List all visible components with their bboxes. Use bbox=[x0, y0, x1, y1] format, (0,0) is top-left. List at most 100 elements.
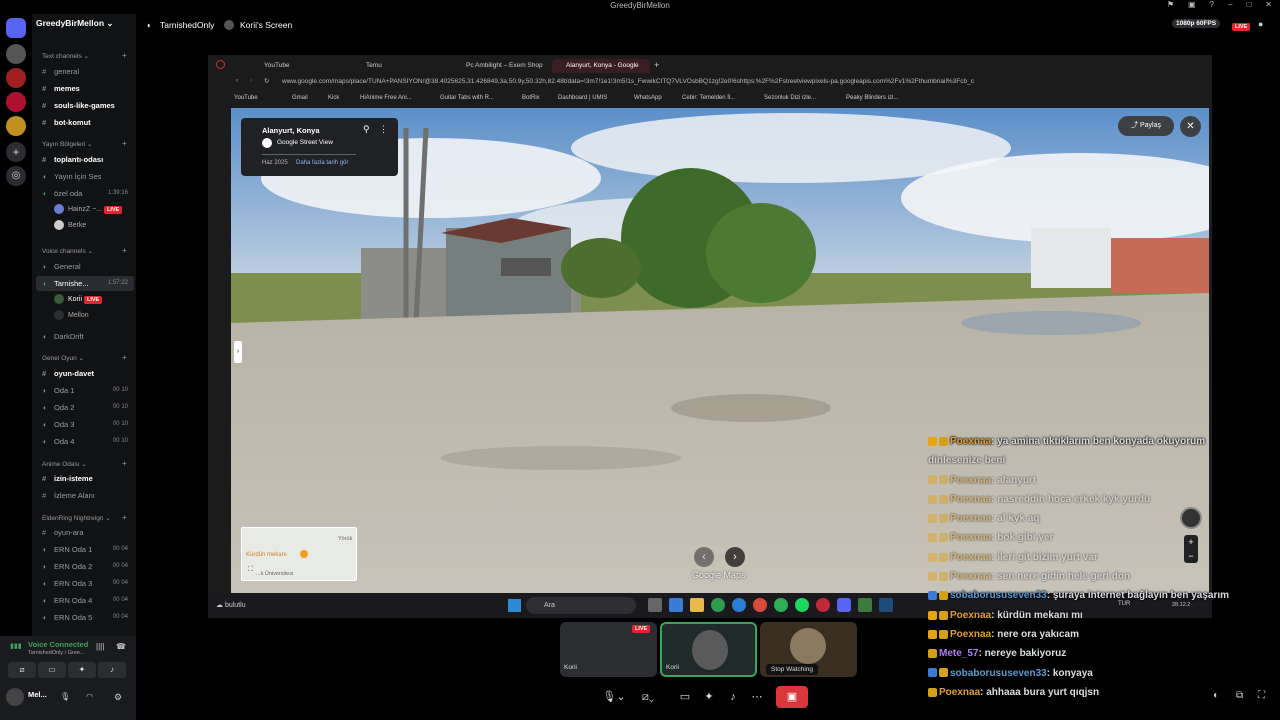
category-voice[interactable]: Voice channels ⌄ bbox=[42, 247, 93, 255]
participant-tile-korii[interactable]: Korii bbox=[660, 622, 757, 677]
add-channel-icon[interactable]: + bbox=[122, 353, 127, 362]
expand-panel-button[interactable]: › bbox=[234, 341, 242, 363]
mic-icon[interactable]: 🎙⌄ bbox=[600, 686, 628, 708]
channel-toplanti-odasi[interactable]: # toplantı-odası bbox=[36, 152, 134, 167]
bookmark[interactable]: YouTube bbox=[234, 95, 258, 101]
channel-bot-komut[interactable]: # bot-komut bbox=[36, 115, 134, 130]
server-icon[interactable] bbox=[6, 68, 26, 88]
tab-temu[interactable]: Temu bbox=[352, 59, 448, 73]
url-text[interactable]: www.google.com/maps/place/TUNA+PANSİYON/… bbox=[282, 78, 1062, 85]
previous-arrow-icon[interactable]: ‹ bbox=[694, 547, 714, 567]
channel-tarnished[interactable]: ◖ Tarnishe... 1:57:22 bbox=[36, 276, 134, 291]
channel-ern-oda-2[interactable]: ◖ ERN Oda 2 00 04 bbox=[36, 559, 134, 574]
channel-ern-oda-3[interactable]: ◖ ERN Oda 3 00 04 bbox=[36, 576, 134, 591]
minimap[interactable]: Kürdün mekanı Yörük ...k Üniversitesi ⛶ bbox=[241, 527, 357, 581]
activities-icon[interactable]: ✦ bbox=[700, 686, 718, 708]
add-channel-icon[interactable]: + bbox=[122, 139, 127, 148]
add-channel-icon[interactable]: + bbox=[122, 459, 127, 468]
bookmark[interactable]: Peaky Blinders izl... bbox=[846, 95, 898, 101]
server-icon[interactable] bbox=[6, 116, 26, 136]
pin-icon[interactable]: ⚲ bbox=[363, 124, 370, 135]
channel-ern-oda-1[interactable]: ◖ ERN Oda 1 00 04 bbox=[36, 542, 134, 557]
channel-oda-4[interactable]: ◖ Oda 4 00 10 bbox=[36, 434, 134, 449]
soundboard-button[interactable]: ♪ bbox=[98, 662, 126, 678]
bookmark[interactable]: Guitar Tabs with R... bbox=[440, 95, 494, 101]
tab-pc-ambilight[interactable]: Pc Ambilight – Exem Shop bbox=[452, 59, 548, 73]
channel-memes[interactable]: # memes bbox=[36, 81, 134, 96]
tab-google-maps[interactable]: Alanyurt, Konya - Google bbox=[552, 59, 650, 73]
explore-icon[interactable]: ◎ bbox=[6, 166, 26, 186]
category-broadcast[interactable]: Yayın Bölgeleri ⌄ bbox=[42, 140, 93, 148]
discord-icon[interactable] bbox=[837, 598, 851, 612]
quality-badge[interactable]: 1080p 60FPS bbox=[1172, 19, 1221, 28]
spotify-icon[interactable] bbox=[795, 598, 809, 612]
stream-thumbnail[interactable]: Korii LIVE bbox=[560, 622, 657, 677]
channel-title[interactable]: TarnishedOnly bbox=[160, 20, 214, 30]
noise-icon[interactable]: |||| bbox=[96, 642, 104, 651]
task-view-icon[interactable] bbox=[648, 598, 662, 612]
channel-oda-2[interactable]: ◖ Oda 2 00 10 bbox=[36, 400, 134, 415]
tab-youtube[interactable]: YouTube bbox=[250, 59, 346, 73]
channel-darkdrift[interactable]: ◖ DarkDrift bbox=[36, 329, 134, 344]
channel-voice-general[interactable]: ◖ General bbox=[36, 259, 134, 274]
next-arrow-icon[interactable]: › bbox=[725, 547, 745, 567]
bookmark[interactable]: Kick bbox=[328, 95, 339, 101]
screen-share-icon[interactable]: ▭ bbox=[676, 686, 694, 708]
camera-off-icon[interactable]: ⧄⌄ bbox=[634, 686, 662, 708]
bookmark[interactable]: Cebir: Temelden İl... bbox=[682, 95, 735, 101]
whatsapp-icon[interactable] bbox=[774, 598, 788, 612]
voice-user[interactable]: Korii LIVE bbox=[54, 292, 134, 307]
app-icon[interactable] bbox=[858, 598, 872, 612]
help-icon[interactable]: ? bbox=[1210, 0, 1214, 9]
mic-icon[interactable]: 🎙 bbox=[60, 692, 70, 701]
add-channel-icon[interactable]: + bbox=[122, 51, 127, 60]
category-anime[interactable]: Anime Odası ⌄ bbox=[42, 460, 87, 468]
more-icon[interactable]: ⋮ bbox=[379, 124, 388, 135]
channel-ozel-oda[interactable]: ◖ özel oda 1:39:16 bbox=[36, 186, 134, 201]
bookmark[interactable]: BotRix bbox=[522, 95, 540, 101]
channel-ern-oda-4[interactable]: ◖ ERN Oda 4 00 04 bbox=[36, 593, 134, 608]
server-name[interactable]: GreedyBirMellon ⌄ bbox=[36, 18, 114, 29]
monitor-icon[interactable]: ▣ bbox=[1188, 0, 1196, 9]
windows-start-icon[interactable] bbox=[508, 599, 521, 612]
taskbar-search[interactable]: Ara bbox=[526, 597, 636, 614]
discord-home-icon[interactable] bbox=[6, 18, 26, 38]
forward-icon[interactable]: › bbox=[250, 77, 252, 84]
channel-oda-3[interactable]: ◖ Oda 3 00 10 bbox=[36, 417, 134, 432]
voice-channel-path[interactable]: TarnishedOnly / Gree... bbox=[28, 650, 85, 656]
chat-icon[interactable]: ● bbox=[1258, 19, 1263, 29]
volume-icon[interactable]: ◖ bbox=[1212, 690, 1218, 701]
add-channel-icon[interactable]: + bbox=[122, 513, 127, 522]
channel-general[interactable]: # general bbox=[36, 64, 134, 79]
stop-watching-button[interactable]: ▣ bbox=[776, 686, 808, 708]
xbox-icon[interactable] bbox=[711, 598, 725, 612]
close-window-icon[interactable]: ✕ bbox=[1265, 0, 1272, 9]
more-dates-link[interactable]: Daha fazla tarih gör bbox=[296, 160, 348, 166]
category-text-channels[interactable]: Text channels ⌄ bbox=[42, 52, 89, 60]
channel-souls-like-games[interactable]: # souls-like-games bbox=[36, 98, 134, 113]
channel-oyun-davet[interactable]: # oyun-davet bbox=[36, 366, 134, 381]
screen-share-button[interactable]: ▭ bbox=[38, 662, 66, 678]
edge-icon[interactable] bbox=[732, 598, 746, 612]
channel-ern-oda-5[interactable]: ◖ ERN Oda 5 00 04 bbox=[36, 610, 134, 625]
voice-user[interactable]: Berke bbox=[54, 218, 134, 233]
voice-connected-label[interactable]: Voice Connected bbox=[28, 640, 88, 649]
new-tab-icon[interactable]: + bbox=[654, 60, 659, 70]
reload-icon[interactable]: ↻ bbox=[264, 77, 269, 85]
server-icon[interactable] bbox=[6, 44, 26, 64]
minimize-icon[interactable]: – bbox=[1228, 0, 1232, 9]
user-name[interactable]: Mel... bbox=[28, 690, 47, 699]
expand-map-icon[interactable]: ⛶ bbox=[248, 566, 253, 574]
popout-icon[interactable]: ⧉ bbox=[1236, 690, 1243, 701]
voice-user[interactable]: HainzZ ~... LIVE bbox=[54, 202, 134, 217]
back-icon[interactable]: ‹ bbox=[236, 77, 238, 84]
headphones-icon[interactable]: ◠ bbox=[86, 692, 93, 701]
opera-icon[interactable] bbox=[816, 598, 830, 612]
channel-yayin-icin-ses[interactable]: ◖ Yayın İçin Ses bbox=[36, 169, 134, 184]
add-server-icon[interactable]: + bbox=[6, 142, 26, 162]
fullscreen-icon[interactable]: ⛶ bbox=[1258, 690, 1265, 701]
settings-icon[interactable]: ⚙ bbox=[114, 692, 122, 703]
store-icon[interactable] bbox=[669, 598, 683, 612]
add-channel-icon[interactable]: + bbox=[122, 246, 127, 255]
share-button[interactable]: ⤴ Paylaş bbox=[1118, 116, 1174, 136]
